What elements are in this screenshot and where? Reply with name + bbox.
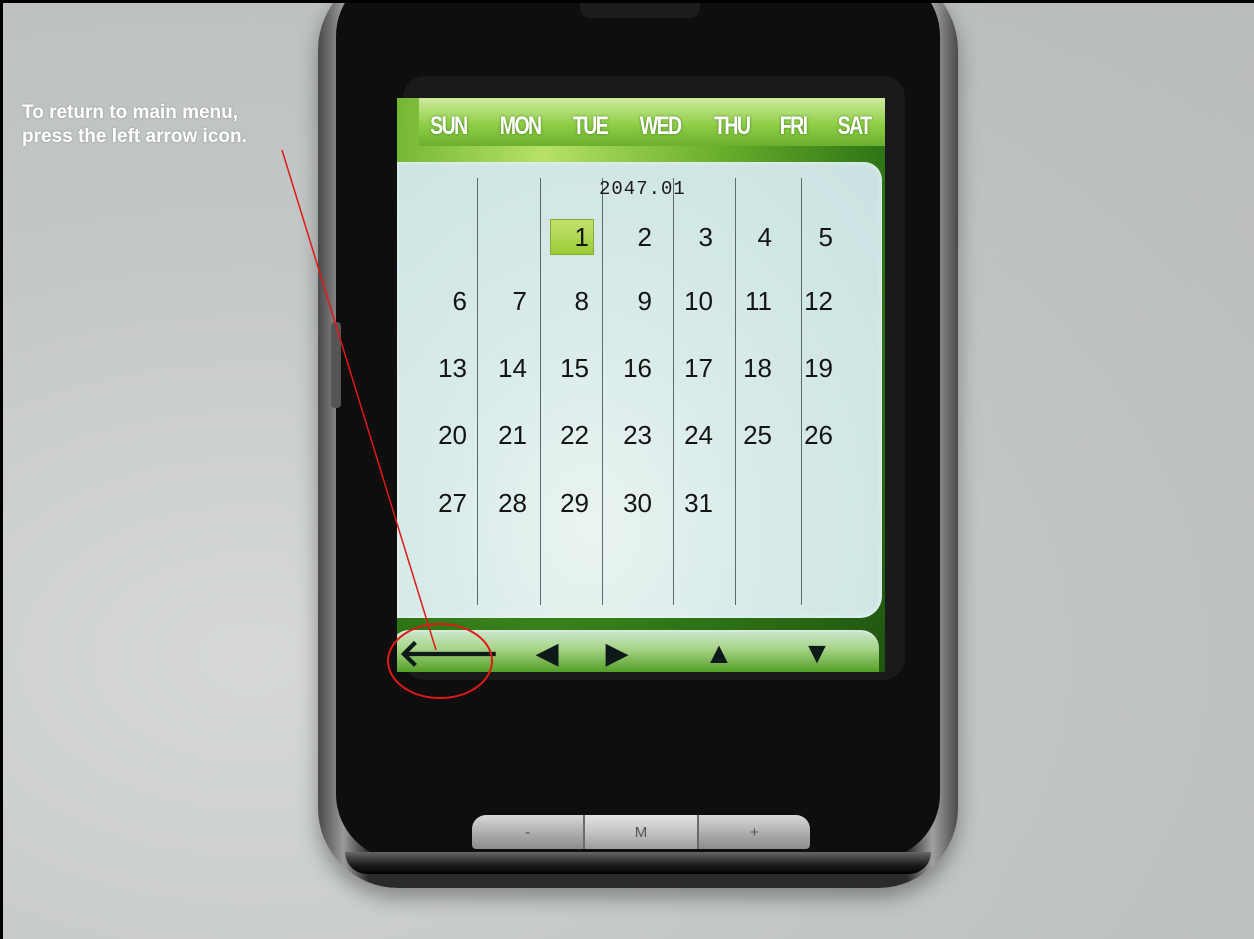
month-title: 2047.01 — [599, 178, 686, 200]
caption-line-2: press the left arrow icon. — [22, 126, 247, 147]
calendar-day[interactable]: 15 — [529, 353, 589, 384]
side-key[interactable] — [331, 322, 341, 408]
calendar-day[interactable]: 8 — [529, 286, 589, 317]
calendar-day[interactable]: 11 — [712, 286, 772, 317]
image-border-left — [0, 0, 3, 939]
calendar-day[interactable]: 13 — [407, 353, 467, 384]
calendar-day[interactable]: 3 — [653, 222, 713, 253]
calendar-day[interactable]: 23 — [592, 420, 652, 451]
calendar-day[interactable]: 6 — [407, 286, 467, 317]
calendar-day[interactable]: 12 — [773, 286, 833, 317]
weekday-sat: SAT — [837, 111, 871, 140]
weekday-sun: SUN — [430, 111, 468, 140]
calendar-day[interactable]: 21 — [467, 420, 527, 451]
hw-menu-button[interactable]: M — [585, 815, 699, 849]
phone-bottom-rim — [345, 852, 931, 874]
weekday-thu: THU — [713, 111, 751, 140]
calendar-day[interactable]: 18 — [712, 353, 772, 384]
triangle-up-icon[interactable]: ▲ — [689, 636, 749, 672]
calendar-day[interactable]: 10 — [653, 286, 713, 317]
calendar-day[interactable]: 17 — [653, 353, 713, 384]
instruction-caption: To return to main menu, press the left a… — [22, 101, 352, 149]
calendar-day[interactable]: 5 — [773, 222, 833, 253]
calendar-day[interactable]: 24 — [653, 420, 713, 451]
calendar-day[interactable]: 2 — [592, 222, 652, 253]
calendar-day[interactable]: 7 — [467, 286, 527, 317]
back-arrow-icon[interactable]: 🡐 — [398, 635, 500, 672]
calendar-day[interactable]: 20 — [407, 420, 467, 451]
image-border-top — [0, 0, 1254, 3]
calendar-day[interactable]: 16 — [592, 353, 652, 384]
weekday-row: SUN MON TUE WED THU FRI SAT — [425, 106, 875, 146]
calendar-day[interactable]: 30 — [592, 488, 652, 519]
calendar-day[interactable]: 27 — [407, 488, 467, 519]
calendar-day[interactable]: 31 — [653, 488, 713, 519]
hw-minus-button[interactable]: - — [472, 815, 586, 849]
calendar-day[interactable]: 9 — [592, 286, 652, 317]
triangle-right-icon[interactable]: ▶ — [587, 636, 647, 672]
calendar-day[interactable]: 22 — [529, 420, 589, 451]
calendar-day[interactable]: 4 — [712, 222, 772, 253]
weekday-wed: WED — [640, 111, 682, 140]
calendar-day[interactable]: 14 — [467, 353, 527, 384]
photo-background: SUN MON TUE WED THU FRI SAT 2047.01 1234… — [0, 0, 1254, 939]
triangle-down-icon[interactable]: ▼ — [787, 636, 847, 672]
device-screen: SUN MON TUE WED THU FRI SAT 2047.01 1234… — [397, 98, 885, 672]
weekday-tue: TUE — [573, 111, 609, 140]
caption-line-1: To return to main menu, — [22, 102, 239, 123]
hw-plus-button[interactable]: + — [698, 815, 810, 849]
weekday-mon: MON — [499, 111, 542, 140]
calendar-day[interactable]: 25 — [712, 420, 772, 451]
calendar-day[interactable]: 28 — [467, 488, 527, 519]
weekday-fri: FRI — [780, 111, 808, 140]
calendar-day-selected[interactable]: 1 — [529, 222, 589, 253]
calendar-day[interactable]: 19 — [773, 353, 833, 384]
triangle-left-icon[interactable]: ◀ — [517, 636, 577, 672]
column-divider — [477, 178, 478, 605]
calendar-day[interactable]: 29 — [529, 488, 589, 519]
hardware-buttons: - M + — [472, 815, 810, 849]
calendar-day[interactable]: 26 — [773, 420, 833, 451]
